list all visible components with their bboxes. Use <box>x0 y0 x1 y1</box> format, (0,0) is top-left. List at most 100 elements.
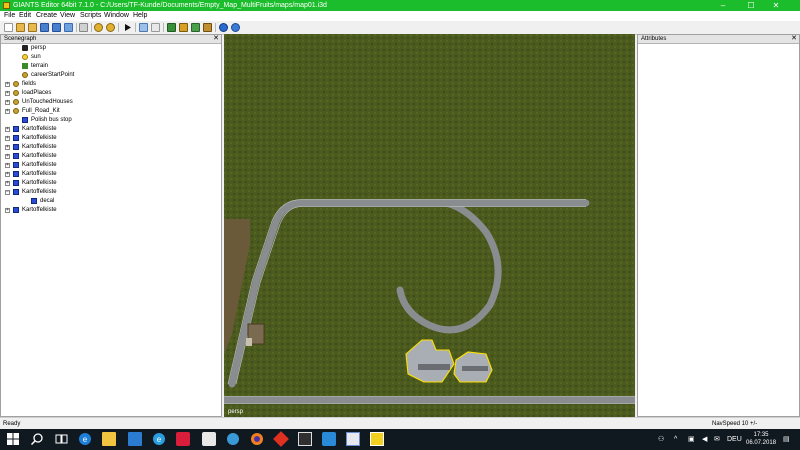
menu-view[interactable]: View <box>60 12 75 20</box>
task-view-icon[interactable] <box>54 432 68 446</box>
people-icon[interactable]: ⚇ <box>658 435 664 444</box>
maximize-button[interactable]: ☐ <box>740 0 762 11</box>
save-icon[interactable] <box>40 23 49 32</box>
expand-toggle-icon[interactable]: − <box>5 190 10 195</box>
scenegraph-node[interactable]: Polish bus stop <box>1 116 221 125</box>
menu-create[interactable]: Create <box>36 12 57 20</box>
red-app-icon[interactable] <box>176 432 190 446</box>
expand-toggle-icon[interactable]: + <box>5 100 10 105</box>
scenegraph-node[interactable]: + Kartoffelkiste <box>1 206 221 215</box>
network-icon[interactable]: ▣ <box>688 435 695 444</box>
red-square-app-icon[interactable] <box>273 431 289 447</box>
attributes-close-icon[interactable]: ✕ <box>791 35 797 43</box>
menu-edit[interactable]: Edit <box>19 12 31 20</box>
import-icon[interactable] <box>28 23 37 32</box>
3d-viewport[interactable]: persp <box>224 34 635 417</box>
expand-toggle-icon[interactable]: + <box>5 208 10 213</box>
scenegraph-node[interactable]: sun <box>1 53 221 62</box>
scenegraph-node[interactable]: + Kartoffelkiste <box>1 125 221 134</box>
redo-icon[interactable] <box>106 23 115 32</box>
scenegraph-node[interactable]: + fields <box>1 80 221 89</box>
terrain-sculpt-icon[interactable] <box>167 23 176 32</box>
foliage-icon[interactable] <box>191 23 200 32</box>
expand-toggle-icon[interactable]: + <box>5 181 10 186</box>
scenegraph-node[interactable]: decal <box>1 197 221 206</box>
expand-toggle-icon[interactable]: + <box>5 172 10 177</box>
notifications-icon[interactable]: ▤ <box>783 435 790 444</box>
navigation-icon[interactable] <box>231 23 240 32</box>
place-object-icon[interactable] <box>203 23 212 32</box>
clock[interactable]: 17:35 06.07.2018 <box>746 431 776 447</box>
terminal-app-icon[interactable] <box>322 432 336 446</box>
windows-taskbar: e e ⚇ ^ ▣ ◀ ✉ DEU 17:35 06.07.2018 ▤ <box>0 429 800 450</box>
scenegraph-node[interactable]: + Kartoffelkiste <box>1 134 221 143</box>
scenegraph-node[interactable]: persp <box>1 44 221 53</box>
tray-chevron-icon[interactable]: ^ <box>674 435 677 444</box>
blue-app-icon[interactable] <box>226 432 240 446</box>
refresh-icon[interactable] <box>79 23 88 32</box>
viewport-camera-label: persp <box>228 409 244 415</box>
settings-app-icon[interactable] <box>202 432 216 446</box>
lock-icon[interactable] <box>151 23 160 32</box>
open-folder-icon[interactable] <box>16 23 25 32</box>
scenegraph-node[interactable]: + Kartoffelkiste <box>1 152 221 161</box>
scenegraph-node[interactable]: + Kartoffelkiste <box>1 143 221 152</box>
search-icon[interactable] <box>30 432 44 446</box>
scenegraph-node[interactable]: + loadPlaces <box>1 89 221 98</box>
scenegraph-node[interactable]: + Kartoffelkiste <box>1 179 221 188</box>
scenegraph-node-label: Full_Road_Kit <box>22 108 60 114</box>
minimize-button[interactable]: – <box>712 0 734 11</box>
undo-icon[interactable] <box>94 23 103 32</box>
edge-browser-icon[interactable]: e <box>78 432 92 446</box>
scenegraph-close-icon[interactable]: ✕ <box>213 35 219 43</box>
scenegraph-node[interactable]: + Kartoffelkiste <box>1 161 221 170</box>
volume-icon[interactable]: ◀ <box>702 435 707 444</box>
menu-scripts[interactable]: Scripts <box>80 12 101 20</box>
expand-toggle-icon[interactable]: + <box>5 91 10 96</box>
menu-help[interactable]: Help <box>133 12 147 20</box>
menu-window[interactable]: Window <box>104 12 129 20</box>
export-icon[interactable] <box>64 23 73 32</box>
expand-toggle-icon[interactable]: + <box>5 154 10 159</box>
expand-toggle-icon[interactable]: + <box>5 163 10 168</box>
toolbar <box>0 21 800 35</box>
file-explorer-icon[interactable] <box>102 432 116 446</box>
expand-toggle-icon[interactable]: + <box>5 127 10 132</box>
scenegraph-node[interactable]: + Full_Road_Kit <box>1 107 221 116</box>
message-icon[interactable]: ✉ <box>714 435 720 444</box>
image-viewer-icon[interactable] <box>346 432 360 446</box>
tool-app-icon[interactable] <box>298 432 312 446</box>
expand-toggle-icon[interactable]: + <box>5 82 10 87</box>
scenegraph-node[interactable]: careerStartPoint <box>1 71 221 80</box>
expand-toggle-icon[interactable]: + <box>5 136 10 141</box>
shape-icon <box>13 162 19 168</box>
scenegraph-node[interactable]: − Kartoffelkiste <box>1 188 221 197</box>
shape-icon <box>13 207 19 213</box>
transform-icon <box>13 99 19 105</box>
select-icon[interactable] <box>139 23 148 32</box>
transform-icon <box>22 72 28 78</box>
new-file-icon[interactable] <box>4 23 13 32</box>
shape-icon <box>13 126 19 132</box>
giants-editor-taskbar-icon[interactable] <box>370 432 384 446</box>
shape-icon <box>13 180 19 186</box>
store-icon[interactable] <box>128 432 142 446</box>
expand-toggle-icon[interactable]: + <box>5 145 10 150</box>
attributes-panel: Attributes ✕ <box>637 34 800 417</box>
save-as-icon[interactable] <box>52 23 61 32</box>
scenegraph-node[interactable]: terrain <box>1 62 221 71</box>
terrain-view <box>224 34 635 417</box>
play-icon[interactable] <box>123 23 132 32</box>
menu-file[interactable]: File <box>4 12 15 20</box>
scenegraph-node-label: Kartoffelkiste <box>22 144 57 150</box>
internet-explorer-icon[interactable]: e <box>152 432 166 446</box>
expand-toggle-icon[interactable]: + <box>5 109 10 114</box>
language-indicator[interactable]: DEU <box>727 435 742 444</box>
close-button[interactable]: ✕ <box>765 0 787 11</box>
scenegraph-node[interactable]: + Kartoffelkiste <box>1 170 221 179</box>
firefox-icon[interactable] <box>250 432 264 446</box>
scenegraph-node[interactable]: + UnTouchedHouses <box>1 98 221 107</box>
globe-icon[interactable] <box>219 23 228 32</box>
paint-icon[interactable] <box>179 23 188 32</box>
windows-start-icon[interactable] <box>6 432 20 446</box>
